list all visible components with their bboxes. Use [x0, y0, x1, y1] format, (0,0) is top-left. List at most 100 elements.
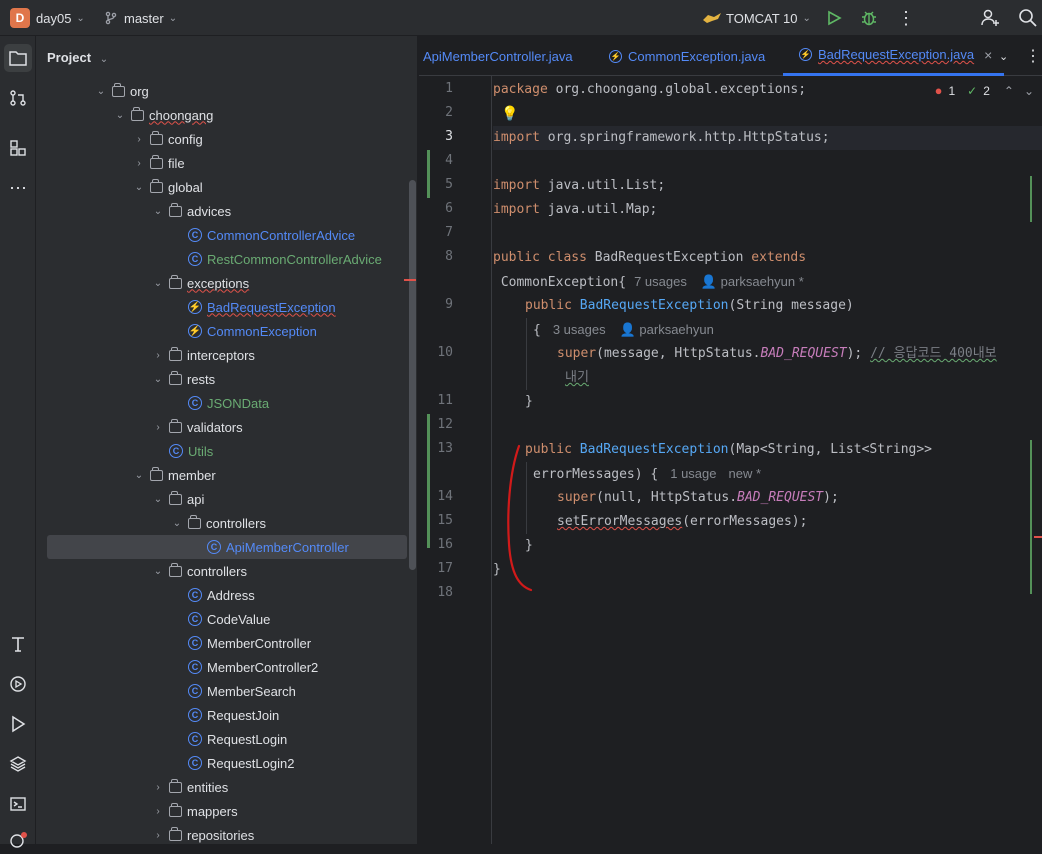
- tree-folder[interactable]: ⌄ org: [36, 79, 417, 103]
- tree-folder[interactable]: ⌄ exceptions: [36, 271, 417, 295]
- tree-folder[interactable]: › entities: [36, 775, 417, 799]
- indent-guide: [526, 318, 527, 390]
- tree-folder[interactable]: ⌄ advices: [36, 199, 417, 223]
- code-line-9: public BadRequestException(String messag…: [525, 298, 854, 313]
- tree-folder[interactable]: ⌄ api: [36, 487, 417, 511]
- author-hint[interactable]: 👤 parksaehyun: [620, 322, 714, 337]
- chevron-down-icon[interactable]: ⌄: [94, 86, 108, 97]
- tree-file[interactable]: C RequestJoin: [36, 703, 417, 727]
- tree-item-label: file: [168, 155, 185, 171]
- tree-file[interactable]: ⚡ CommonException: [36, 319, 417, 343]
- tree-file[interactable]: C ApiMemberController: [47, 535, 407, 559]
- more-tools-icon[interactable]: ⋯: [4, 174, 32, 202]
- tree-folder[interactable]: ⌄ controllers: [36, 559, 417, 583]
- tree-folder[interactable]: › interceptors: [36, 343, 417, 367]
- chevron-right-icon[interactable]: ›: [151, 806, 165, 817]
- usages-hint[interactable]: 3 usages 👤 parksaehyun: [553, 322, 714, 337]
- chevron-down-icon[interactable]: ⌄: [151, 566, 165, 577]
- tree-folder[interactable]: ⌄ rests: [36, 367, 417, 391]
- run-config-selector[interactable]: TOMCAT 10 ⌄: [702, 0, 811, 36]
- project-panel-header[interactable]: Project ⌄: [47, 50, 108, 65]
- run-tool-button[interactable]: [4, 710, 32, 738]
- close-tab-icon[interactable]: ×: [984, 47, 992, 63]
- tree-item-label: global: [168, 179, 203, 195]
- chevron-right-icon[interactable]: ›: [151, 830, 165, 841]
- usages-hint[interactable]: 7 usages 👤 parksaehyun *: [634, 274, 804, 289]
- tree-folder[interactable]: ⌄ global: [36, 175, 417, 199]
- tree-folder[interactable]: ⌄ choongang: [36, 103, 417, 127]
- chevron-right-icon[interactable]: ›: [151, 782, 165, 793]
- tree-file[interactable]: C MemberController2: [36, 655, 417, 679]
- project-selector[interactable]: D day05 ⌄: [10, 0, 85, 36]
- line-number: 15: [437, 513, 453, 528]
- problems-tool-button[interactable]: [4, 826, 32, 854]
- inspection-widget[interactable]: ● 1 ✓ 2 ⌃ ⌄: [935, 83, 1034, 98]
- branch-selector[interactable]: master ⌄: [104, 0, 177, 36]
- debug-bug-icon: [862, 11, 876, 26]
- line-number: 3: [445, 129, 453, 144]
- chevron-right-icon[interactable]: ›: [132, 158, 146, 169]
- next-highlight-icon[interactable]: ⌄: [1024, 84, 1034, 98]
- tabs-more-icon[interactable]: ⋮: [1025, 36, 1041, 76]
- vcs-change-marker[interactable]: [427, 150, 430, 198]
- tree-item-label: exceptions: [187, 275, 250, 291]
- code-area[interactable]: package org.choongang.global.exceptions;…: [493, 76, 1042, 844]
- commit-tool-button[interactable]: [4, 84, 32, 112]
- previous-highlight-icon[interactable]: ⌃: [1004, 84, 1014, 98]
- tree-folder[interactable]: › mappers: [36, 799, 417, 823]
- tree-folder[interactable]: › config: [36, 127, 417, 151]
- tree-folder[interactable]: ⌄ controllers: [36, 511, 417, 535]
- lightbulb-icon[interactable]: 💡: [501, 106, 518, 122]
- author-hint[interactable]: 👤 parksaehyun *: [701, 274, 804, 289]
- chevron-right-icon[interactable]: ›: [132, 134, 146, 145]
- tree-file[interactable]: C JSONData: [36, 391, 417, 415]
- tree-file[interactable]: C RequestLogin2: [36, 751, 417, 775]
- chevron-down-icon[interactable]: ⌄: [113, 110, 127, 121]
- debug-button[interactable]: [860, 0, 878, 36]
- terminal-tool-button[interactable]: [4, 790, 32, 818]
- vcs-change-marker[interactable]: [427, 414, 430, 548]
- chevron-down-icon[interactable]: ⌄: [151, 206, 165, 217]
- tree-file[interactable]: C RequestLogin: [36, 727, 417, 751]
- tree-folder[interactable]: › file: [36, 151, 417, 175]
- run-button[interactable]: [826, 0, 842, 36]
- chevron-right-icon[interactable]: ›: [151, 422, 165, 433]
- tree-file[interactable]: C CommonControllerAdvice: [36, 223, 417, 247]
- tree-file[interactable]: C MemberSearch: [36, 679, 417, 703]
- endpoints-tool-button[interactable]: [4, 630, 32, 658]
- chevron-down-icon[interactable]: ⌄: [132, 182, 146, 193]
- usages-hint[interactable]: 1 usage new *: [670, 466, 761, 481]
- tabs-dropdown-chevron-icon[interactable]: ⌄: [999, 36, 1008, 76]
- endpoints-icon: [12, 637, 24, 652]
- code-line-6: import java.util.Map;: [493, 202, 658, 217]
- tree-file[interactable]: C RestCommonControllerAdvice: [36, 247, 417, 271]
- structure-tool-button[interactable]: [4, 134, 32, 162]
- tab-api-member-controller[interactable]: ApiMemberController.java: [423, 36, 573, 76]
- tree-scrollbar[interactable]: [409, 180, 416, 570]
- search-button[interactable]: [1018, 0, 1038, 36]
- tree-file[interactable]: C CodeValue: [36, 607, 417, 631]
- services-tool-button[interactable]: [4, 670, 32, 698]
- chevron-down-icon[interactable]: ⌄: [151, 374, 165, 385]
- tree-file[interactable]: C Utils: [36, 439, 417, 463]
- tree-folder[interactable]: › validators: [36, 415, 417, 439]
- chevron-down-icon[interactable]: ⌄: [151, 278, 165, 289]
- tree-file[interactable]: C Address: [36, 583, 417, 607]
- tab-common-exception[interactable]: ⚡ CommonException.java: [605, 36, 765, 76]
- class-icon: C: [188, 636, 202, 650]
- add-user-button[interactable]: [980, 0, 1000, 36]
- tree-file[interactable]: C MemberController: [36, 631, 417, 655]
- chevron-right-icon[interactable]: ›: [151, 350, 165, 361]
- chevron-down-icon[interactable]: ⌄: [151, 494, 165, 505]
- more-options-icon[interactable]: ⋮: [897, 0, 915, 36]
- tree-folder[interactable]: › repositories: [36, 823, 417, 844]
- chevron-down-icon[interactable]: ⌄: [132, 470, 146, 481]
- author-hint[interactable]: new *: [729, 466, 762, 481]
- layers-tool-button[interactable]: [4, 750, 32, 778]
- class-icon: C: [188, 684, 202, 698]
- project-tool-button[interactable]: [4, 44, 32, 72]
- tab-bad-request-exception[interactable]: ⚡ BadRequestException.java ×: [783, 36, 1005, 76]
- tree-folder[interactable]: ⌄ member: [36, 463, 417, 487]
- tree-file[interactable]: ⚡ BadRequestException: [36, 295, 417, 319]
- chevron-down-icon[interactable]: ⌄: [170, 518, 184, 529]
